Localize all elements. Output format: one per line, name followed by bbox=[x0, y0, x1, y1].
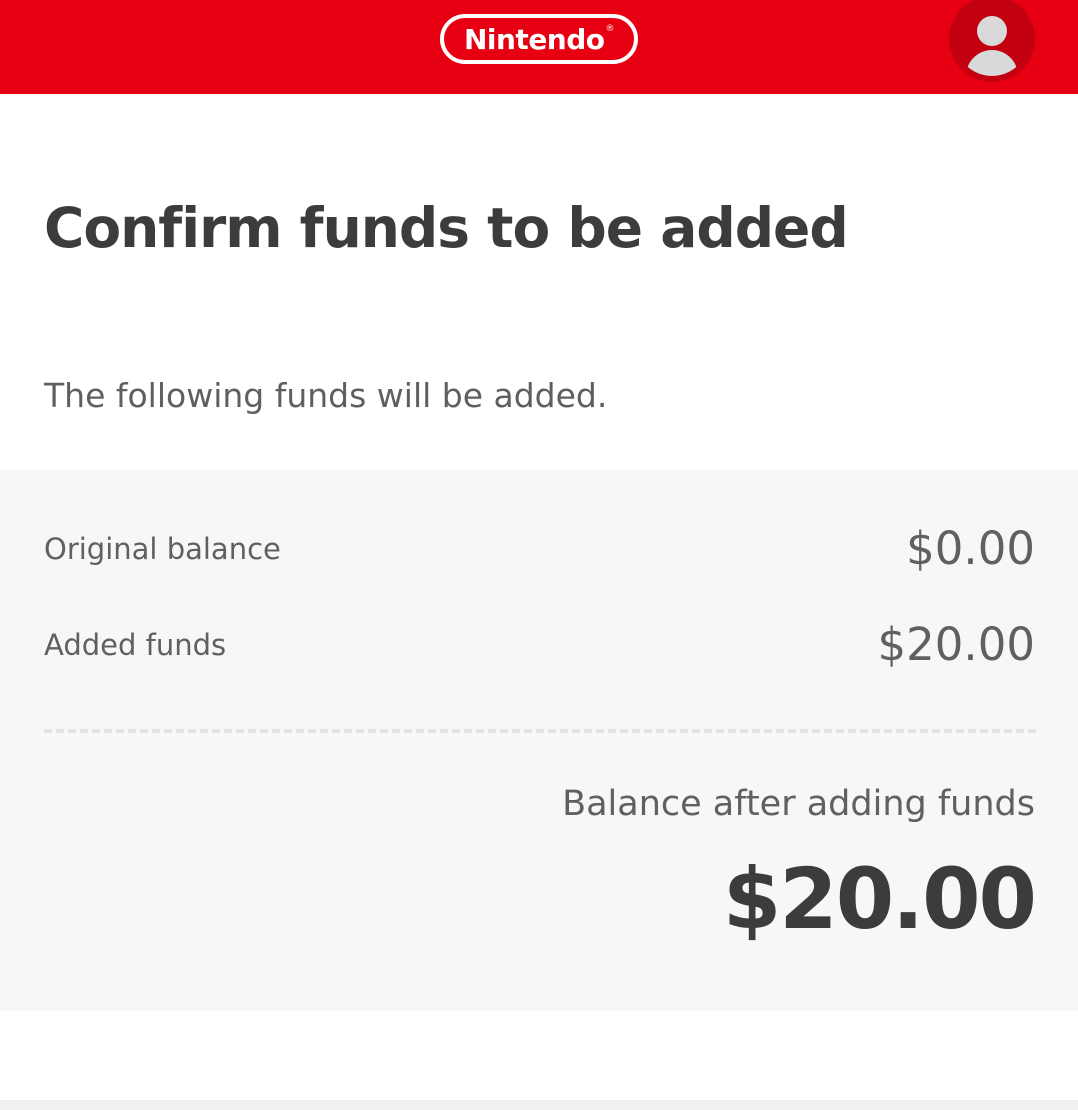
added-funds-label: Added funds bbox=[44, 628, 227, 662]
original-balance-label: Original balance bbox=[44, 532, 281, 566]
nintendo-logo[interactable]: Nintendo ® bbox=[440, 14, 638, 64]
user-avatar-button[interactable] bbox=[949, 0, 1035, 82]
user-avatar-icon bbox=[955, 2, 1029, 76]
balance-after-label: Balance after adding funds bbox=[562, 784, 1035, 824]
registered-mark: ® bbox=[605, 24, 615, 34]
avatar-head-shape bbox=[977, 16, 1007, 46]
top-header: Nintendo ® bbox=[0, 0, 1078, 94]
logo-text: Nintendo bbox=[463, 22, 605, 56]
balance-after-value: $20.00 bbox=[722, 850, 1037, 948]
page-title: Confirm funds to be added bbox=[44, 196, 849, 260]
funds-summary-panel: Original balance $0.00 Added funds $20.0… bbox=[0, 470, 1078, 1011]
added-funds-value: $20.00 bbox=[877, 618, 1035, 671]
original-balance-value: $0.00 bbox=[906, 522, 1035, 575]
summary-divider bbox=[44, 729, 1036, 733]
bottom-edge bbox=[0, 1100, 1078, 1110]
avatar-body-shape bbox=[966, 50, 1018, 76]
intro-text: The following funds will be added. bbox=[44, 376, 608, 415]
